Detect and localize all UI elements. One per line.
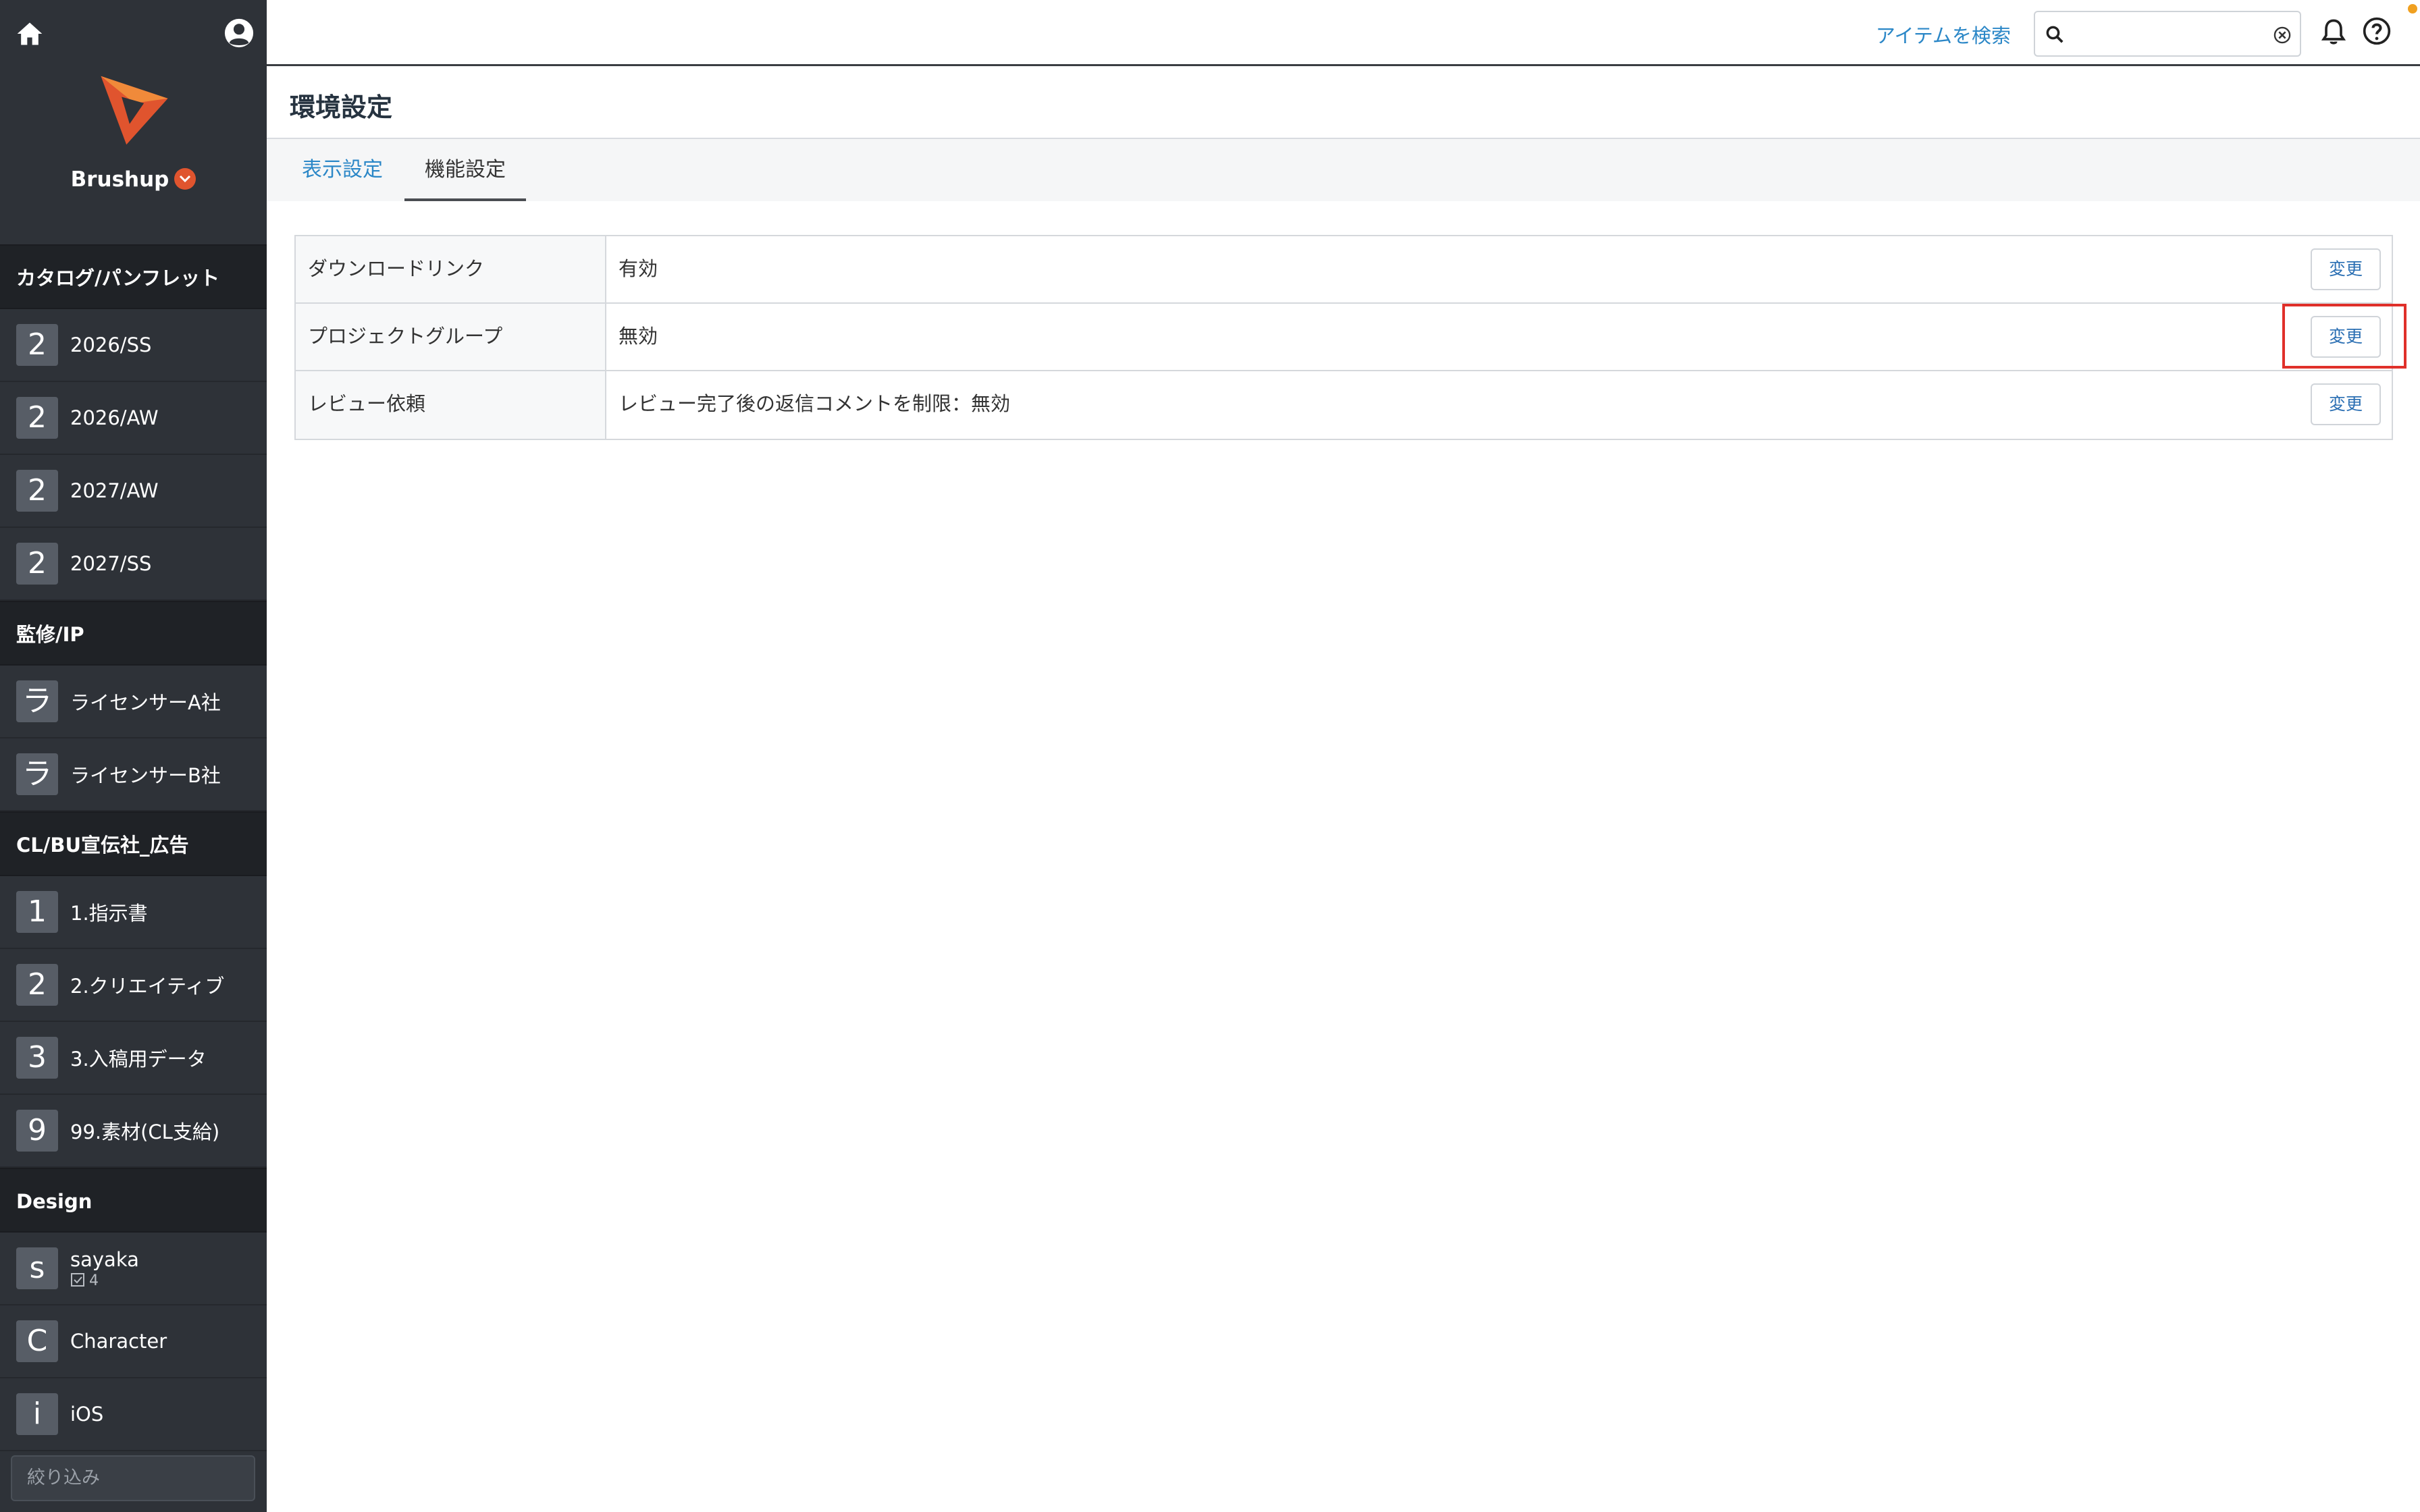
- setting-label: レビュー依頼: [296, 371, 606, 439]
- sidebar-header: Brushup: [0, 0, 267, 244]
- help-icon[interactable]: [2362, 16, 2392, 46]
- search-input[interactable]: [2073, 19, 2262, 49]
- settings-tabs: 表示設定 機能設定: [267, 139, 2420, 201]
- top-bar: アイテムを検索: [267, 0, 2420, 66]
- user-icon[interactable]: [223, 18, 255, 49]
- project-badge: ラ: [16, 753, 58, 795]
- section-header-design: Design: [0, 1168, 267, 1233]
- project-badge: 9: [16, 1110, 58, 1152]
- sidebar-item-2026-ss[interactable]: 2 2026/SS: [0, 309, 267, 382]
- page-title: 環境設定: [290, 92, 393, 122]
- tab-feature-settings[interactable]: 機能設定: [404, 139, 526, 201]
- sidebar-item-label: 2027/SS: [70, 552, 152, 575]
- tab-display-settings[interactable]: 表示設定: [282, 139, 403, 201]
- sidebar: Brushup カタログ/パンフレット 2 2026/SS 2 2026/AW 22…: [0, 0, 267, 1512]
- checkbox-icon: [71, 1272, 84, 1287]
- sidebar-item-label: ライセンサーA社: [70, 691, 221, 714]
- project-badge: i: [16, 1393, 58, 1435]
- task-count-value: 4: [89, 1272, 99, 1289]
- highlight-box: [2282, 304, 2406, 369]
- item-search-link[interactable]: アイテムを検索: [1876, 20, 2011, 49]
- section-header-ip: 監修/IP: [0, 601, 267, 666]
- setting-value: 無効: [619, 325, 658, 348]
- sidebar-item-label: 1.指示書: [70, 902, 148, 925]
- sidebar-item-label: 3.入稿用データ: [70, 1048, 207, 1071]
- sidebar-item-label: iOS: [70, 1403, 104, 1426]
- project-badge: C: [16, 1320, 58, 1362]
- sidebar-item-licensor-b[interactable]: ラライセンサーB社: [0, 738, 267, 811]
- section-header-catalog: カタログ/パンフレット: [0, 244, 267, 309]
- table-row: プロジェクトグループ 無効 変更: [296, 304, 2392, 371]
- project-badge: s: [16, 1247, 58, 1289]
- page-header: 環境設定: [267, 66, 2420, 139]
- sidebar-item-label: 99.素材(CL支給): [70, 1120, 220, 1143]
- change-button-download-link[interactable]: 変更: [2311, 248, 2381, 290]
- project-badge: 2: [16, 397, 58, 439]
- table-row: レビュー依頼 レビュー完了後の返信コメントを制限：無効 変更: [296, 371, 2392, 439]
- sidebar-item-label: 2026/SS: [70, 333, 152, 356]
- sidebar-item-2026-aw[interactable]: 2 2026/AW: [0, 382, 267, 455]
- notification-dot: [2408, 4, 2417, 14]
- project-badge: 2: [16, 964, 58, 1006]
- search-icon: [2046, 26, 2063, 43]
- sidebar-item-label: ライセンサーB社: [70, 764, 221, 787]
- setting-value: 有効: [619, 257, 658, 280]
- sidebar-item-licensor-a[interactable]: ラライセンサーA社: [0, 666, 267, 738]
- chevron-down-icon: [174, 167, 196, 190]
- task-count: 4: [70, 1272, 139, 1289]
- project-badge: 2: [16, 324, 58, 366]
- search-box[interactable]: [2034, 11, 2301, 57]
- home-icon[interactable]: [15, 19, 45, 49]
- change-button-review-request[interactable]: 変更: [2311, 383, 2381, 425]
- project-badge: 3: [16, 1037, 58, 1079]
- sidebar-item-character[interactable]: C Character: [0, 1305, 267, 1378]
- setting-label: ダウンロードリンク: [296, 236, 606, 302]
- sidebar-item-submission-data[interactable]: 3 3.入稿用データ: [0, 1022, 267, 1095]
- sidebar-item-instructions[interactable]: 1 1.指示書: [0, 876, 267, 949]
- sidebar-item-label: sayaka: [70, 1247, 139, 1271]
- setting-label: プロジェクトグループ: [296, 304, 606, 370]
- sidebar-item-label: 2026/AW: [70, 406, 159, 429]
- setting-value-cell: 有効 変更: [606, 236, 2392, 302]
- brand-switcher[interactable]: Brushup: [0, 167, 267, 192]
- setting-value-cell: 無効 変更: [606, 304, 2392, 370]
- sidebar-item-ios[interactable]: i iOS: [0, 1378, 267, 1451]
- sidebar-item-label: 2027/AW: [70, 479, 159, 502]
- sidebar-item-materials[interactable]: 9 99.素材(CL支給): [0, 1095, 267, 1168]
- setting-value: レビュー完了後の返信コメントを制限：無効: [619, 392, 1011, 415]
- setting-value-cell: レビュー完了後の返信コメントを制限：無効 変更: [606, 371, 2392, 439]
- sidebar-item-2027-ss[interactable]: 2 2027/SS: [0, 528, 267, 601]
- brushup-logo[interactable]: [95, 68, 174, 148]
- brand-name: Brushup: [70, 167, 169, 192]
- project-badge: 1: [16, 891, 58, 933]
- sidebar-item-label: 2.クリエイティブ: [70, 975, 225, 998]
- sidebar-item-2027-aw[interactable]: 2 2027/AW: [0, 455, 267, 528]
- clear-icon[interactable]: [2273, 26, 2292, 45]
- project-badge: 2: [16, 543, 58, 585]
- sidebar-item-label: Character: [70, 1330, 167, 1353]
- filter-input[interactable]: 絞り込み: [11, 1455, 255, 1501]
- table-row: ダウンロードリンク 有効 変更: [296, 236, 2392, 304]
- sidebar-item-sayaka[interactable]: s sayaka 4: [0, 1233, 267, 1305]
- settings-table: ダウンロードリンク 有効 変更 プロジェクトグループ 無効 変更 レビュー依頼 …: [294, 235, 2393, 440]
- sidebar-item-creative[interactable]: 2 2.クリエイティブ: [0, 949, 267, 1022]
- project-badge: 2: [16, 470, 58, 512]
- bell-icon[interactable]: [2319, 16, 2348, 47]
- section-header-ad: CL/BU宣伝社_広告: [0, 811, 267, 876]
- project-badge: ラ: [16, 680, 58, 722]
